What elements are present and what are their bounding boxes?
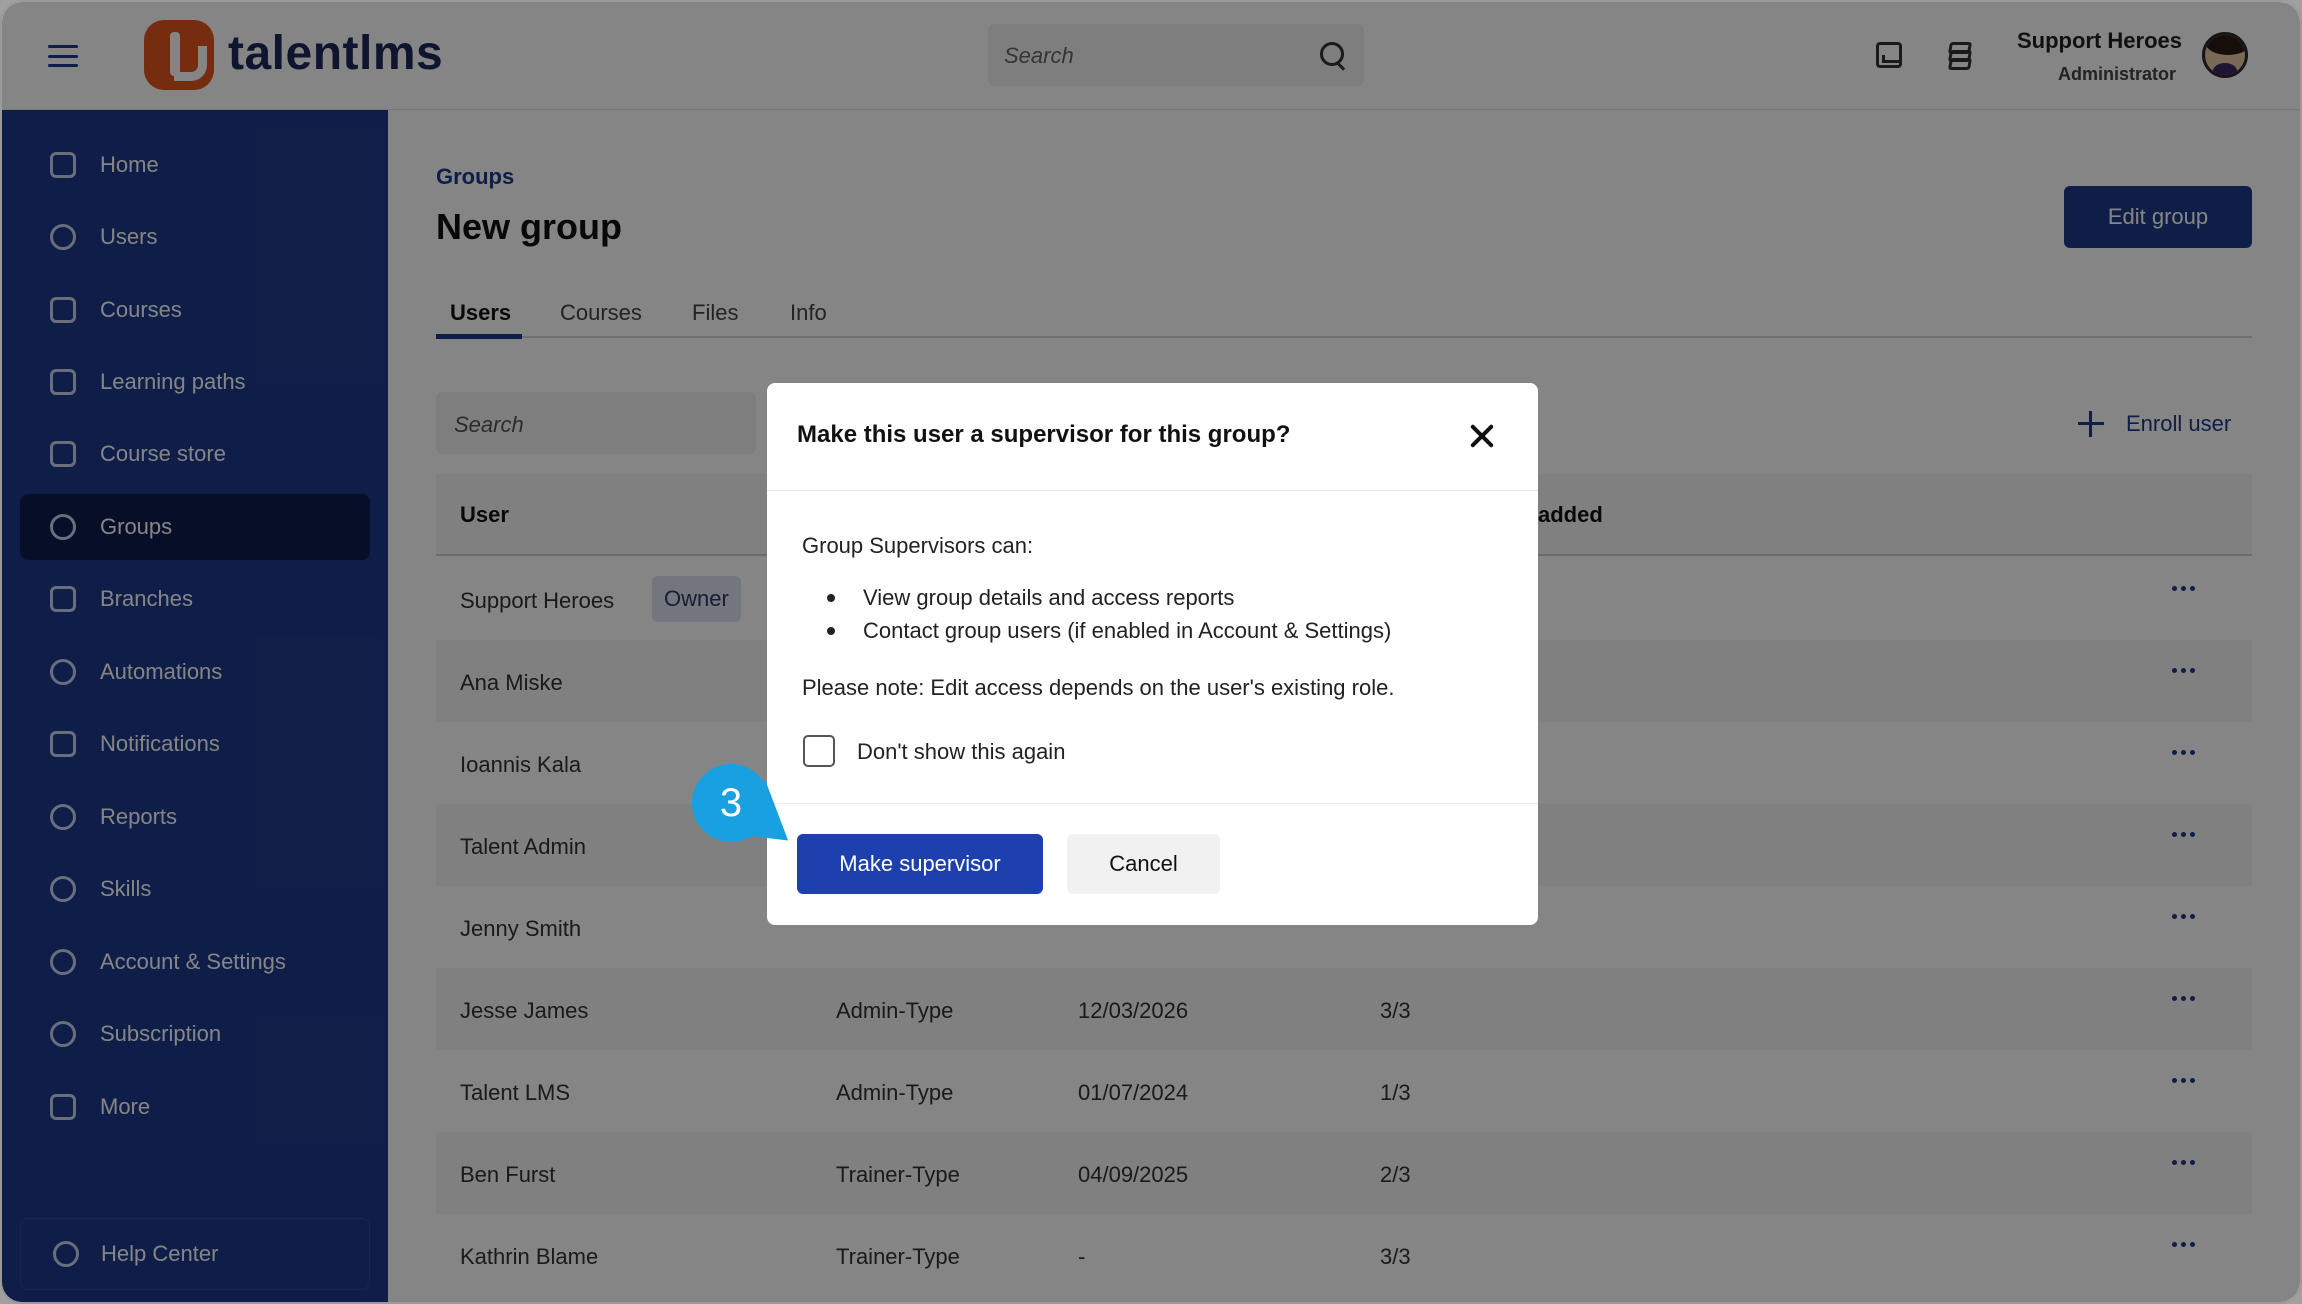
dialog-intro: Group Supervisors can: — [802, 533, 1034, 558]
list-item: Contact group users (if enabled in Accou… — [827, 618, 1391, 651]
permissions-list: View group details and access reports Co… — [827, 585, 1391, 651]
make-supervisor-button[interactable]: Make supervisor — [797, 834, 1043, 894]
step-callout: 3 — [692, 764, 810, 868]
cancel-button[interactable]: Cancel — [1067, 834, 1220, 894]
dialog-note: Please note: Edit access depends on the … — [802, 675, 1395, 700]
list-item: View group details and access reports — [827, 585, 1391, 618]
supervisor-dialog: Make this user a supervisor for this gro… — [767, 383, 1538, 925]
step-number: 3 — [692, 764, 770, 842]
dont-show-again-checkbox[interactable] — [803, 735, 835, 767]
close-icon[interactable] — [1469, 423, 1495, 449]
dialog-title: Make this user a supervisor for this gro… — [797, 421, 1291, 448]
dialog-footer: Make supervisor Cancel — [767, 803, 1538, 925]
dialog-header: Make this user a supervisor for this gro… — [767, 383, 1538, 491]
dont-show-again-label[interactable]: Don't show this again — [857, 739, 1065, 765]
app-window: talentlms Search Support Heroes Administ… — [0, 0, 2302, 1304]
